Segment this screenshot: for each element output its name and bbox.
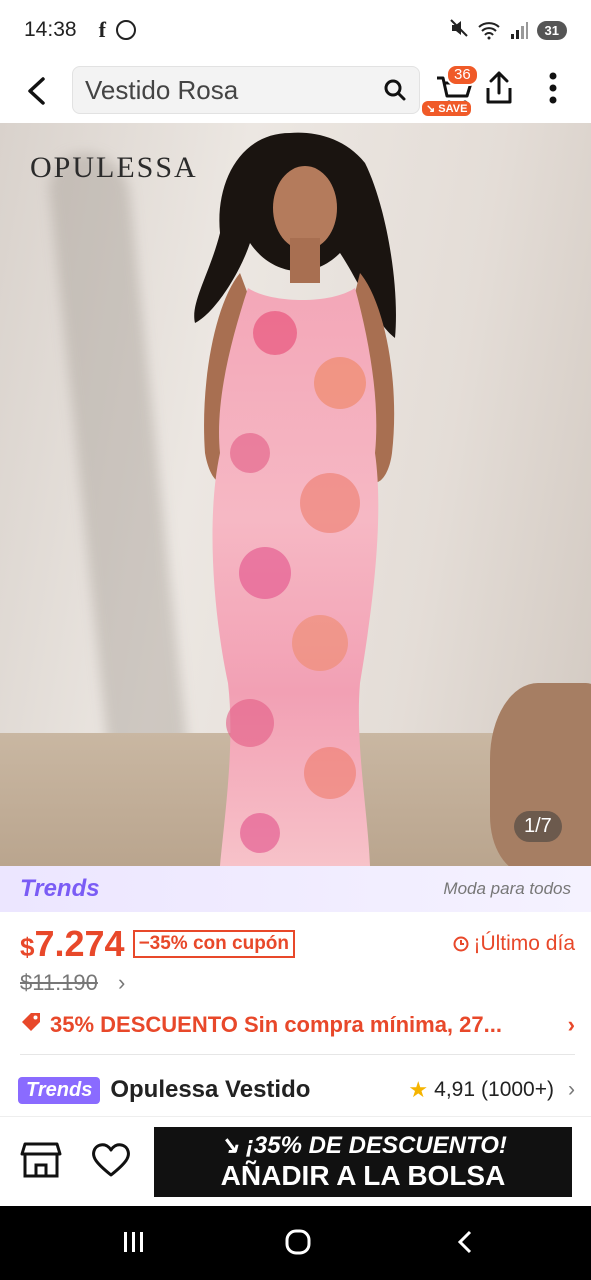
signal-icon [509, 20, 529, 40]
share-icon [486, 71, 512, 104]
model-in-dress-image [194, 132, 396, 866]
trends-strip[interactable]: Trends Moda para todos [0, 866, 591, 912]
battery-indicator: 31 [536, 20, 567, 40]
action-bar: ↘ ¡35% DE DESCUENTO! AÑADIR A LA BOLSA [0, 1116, 591, 1206]
store-button[interactable] [20, 1141, 64, 1181]
product-title: Opulessa Vestido [110, 1076, 311, 1103]
more-options-button[interactable] [536, 70, 570, 110]
rating[interactable]: ★ 4,91 (1000+) › [408, 1077, 575, 1103]
price-amount: 7.274 [34, 923, 125, 964]
coupon-badge: −35% con cupón [132, 930, 296, 958]
review-count: (1000+) [481, 1078, 554, 1101]
save-label: SAVE [438, 103, 468, 115]
cart-button[interactable]: 36 ↘ SAVE [422, 60, 484, 122]
back-nav-icon[interactable] [452, 1228, 480, 1256]
cart-count-badge: 36 [446, 64, 479, 86]
clock-icon [453, 936, 469, 952]
tag-icon [20, 1011, 42, 1039]
status-time: 14:38 [24, 18, 77, 41]
store-icon [20, 1142, 62, 1178]
save-badge: ↘ SAVE [422, 101, 472, 116]
rating-value: 4,91 [434, 1078, 476, 1101]
facebook-icon: f [98, 17, 106, 42]
price-currency: $ [20, 932, 35, 962]
last-day-label: ¡Último día [453, 932, 575, 956]
wifi-icon [477, 20, 501, 40]
last-day-text: ¡Último día [473, 932, 575, 955]
wishlist-button[interactable] [90, 1141, 134, 1181]
add-to-bag-button[interactable]: ↘ ¡35% DE DESCUENTO! AÑADIR A LA BOLSA [154, 1127, 572, 1197]
whatsapp-icon [115, 20, 136, 40]
original-price[interactable]: $11.190 [20, 970, 98, 996]
recents-icon[interactable] [120, 1228, 148, 1256]
system-nav-bar [0, 1206, 591, 1280]
heart-icon [92, 1143, 130, 1177]
trends-tagline: Moda para todos [443, 879, 571, 898]
trends-badge: Trends [18, 1076, 101, 1104]
status-bar: 14:38 f 31 [0, 0, 591, 60]
divider [20, 1054, 575, 1055]
share-button[interactable] [484, 70, 520, 110]
promo-text: 35% DESCUENTO Sin compra mínima, 27... [50, 1012, 502, 1037]
more-vertical-icon [549, 72, 557, 104]
back-button[interactable] [0, 60, 72, 122]
home-icon[interactable] [284, 1228, 312, 1256]
mute-icon [449, 18, 469, 43]
chevron-left-icon [28, 77, 45, 105]
chevron-right-icon: › [568, 1078, 575, 1101]
chevron-right-icon: › [567, 1012, 575, 1037]
trends-logo: Trends [20, 875, 100, 902]
search-value: Vestido Rosa [85, 74, 239, 105]
product-title-row[interactable]: Trends Opulessa Vestido ★ 4,91 (1000+) › [18, 1070, 575, 1110]
sale-price: $7.274 [20, 923, 125, 965]
search-icon[interactable] [383, 78, 407, 102]
add-bag-discount: ↘ ¡35% DE DESCUENTO! [219, 1132, 507, 1159]
price-row: $7.274 −35% con cupón ¡Último día [20, 922, 575, 966]
chevron-right-icon: › [118, 970, 126, 995]
promo-banner[interactable]: 35% DESCUENTO Sin compra mínima, 27... › [20, 1008, 575, 1042]
brand-logo: OPULESSA [30, 151, 198, 184]
add-bag-discount-text: ¡35% DE DESCUENTO! [245, 1132, 507, 1159]
image-counter: 1/7 [514, 811, 562, 842]
star-icon: ★ [408, 1077, 429, 1102]
product-image-carousel[interactable]: OPULESSA 1/7 [0, 123, 591, 866]
top-bar: Vestido Rosa 36 ↘ SAVE [0, 60, 591, 122]
search-input[interactable]: Vestido Rosa [72, 66, 420, 114]
add-bag-label: AÑADIR A LA BOLSA [220, 1160, 506, 1191]
